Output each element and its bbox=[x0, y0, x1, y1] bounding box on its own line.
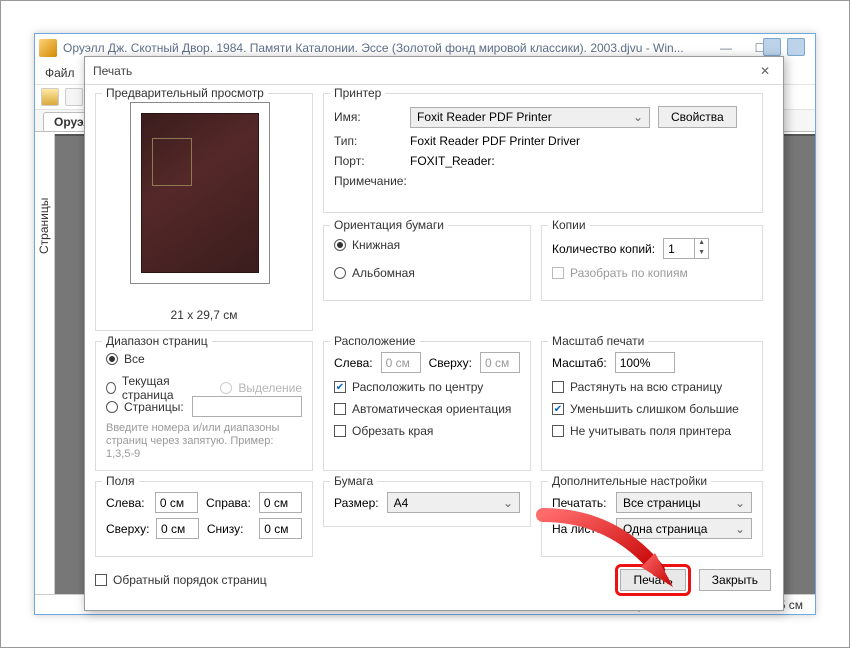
margins-group: Поля Слева: 0 см Справа: 0 см Сверху: 0 … bbox=[95, 481, 313, 557]
printer-group: Принтер Имя: Foxit Reader PDF Printer⌄ С… bbox=[323, 93, 763, 213]
extra-group: Дополнительные настройки Печатать: Все с… bbox=[541, 481, 763, 557]
paper-group: Бумага Размер: A4⌄ bbox=[323, 481, 531, 527]
range-pages[interactable]: Страницы: bbox=[106, 400, 184, 414]
print-dialog: Печать ✕ Предварительный просмотр 21 x 2… bbox=[84, 56, 784, 611]
margin-left-input[interactable]: 0 см bbox=[155, 492, 198, 513]
margin-top-label: Сверху: bbox=[106, 522, 148, 536]
margins-title: Поля bbox=[102, 474, 139, 488]
preview-dimensions: 21 x 29,7 см bbox=[96, 308, 312, 322]
scale-input[interactable]: 100% bbox=[615, 352, 675, 373]
margin-bottom-label: Снизу: bbox=[207, 522, 251, 536]
extra-sheet-combo[interactable]: Одна страница⌄ bbox=[616, 518, 752, 539]
margin-bottom-input[interactable]: 0 см bbox=[259, 518, 302, 539]
margin-top-input[interactable]: 0 см bbox=[156, 518, 199, 539]
copies-group: Копии Количество копий: 1 ▲▼ Разобрать п… bbox=[541, 225, 763, 301]
range-hint: Введите номера и/или диапазоны страниц ч… bbox=[106, 422, 302, 461]
printer-name-label: Имя: bbox=[334, 110, 402, 124]
layout-title: Расположение bbox=[330, 334, 420, 348]
dialog-close-button[interactable]: ✕ bbox=[755, 64, 775, 78]
scale-title: Масштаб печати bbox=[548, 334, 648, 348]
chevron-down-icon: ⌄ bbox=[633, 110, 643, 124]
printer-name-combo[interactable]: Foxit Reader PDF Printer⌄ bbox=[410, 107, 650, 128]
paper-size-combo[interactable]: A4⌄ bbox=[387, 492, 520, 513]
layout-top-input[interactable]: 0 см bbox=[480, 352, 520, 373]
preview-image bbox=[130, 102, 270, 284]
spin-up-icon[interactable]: ▲ bbox=[695, 239, 708, 249]
extra-print-combo[interactable]: Все страницы⌄ bbox=[616, 492, 752, 513]
chevron-down-icon: ⌄ bbox=[735, 496, 745, 510]
orientation-title: Ориентация бумаги bbox=[330, 218, 448, 232]
paper-title: Бумага bbox=[330, 474, 377, 488]
layout-trim-check[interactable]: Обрезать края bbox=[334, 424, 433, 438]
layout-group: Расположение Слева: 0 см Сверху: 0 см ✔Р… bbox=[323, 341, 531, 471]
collate-checkbox: Разобрать по копиям bbox=[552, 266, 688, 280]
extra-print-label: Печатать: bbox=[552, 496, 608, 510]
orientation-group: Ориентация бумаги Книжная Альбомная bbox=[323, 225, 531, 301]
printer-type: Foxit Reader PDF Printer Driver bbox=[410, 134, 580, 148]
layout-autoorient-check[interactable]: Автоматическая ориентация bbox=[334, 402, 511, 416]
open-icon[interactable] bbox=[41, 88, 59, 106]
scale-label: Масштаб: bbox=[552, 356, 607, 370]
paper-size-label: Размер: bbox=[334, 496, 379, 510]
printer-port: FOXIT_Reader: bbox=[410, 154, 495, 168]
scale-ignoremargins-check[interactable]: Не учитывать поля принтера bbox=[552, 424, 731, 438]
print-button[interactable]: Печать bbox=[620, 569, 685, 591]
printer-type-label: Тип: bbox=[334, 134, 402, 148]
orientation-landscape[interactable]: Альбомная bbox=[334, 266, 415, 280]
tool-icon-2[interactable] bbox=[787, 38, 805, 56]
margin-right-label: Справа: bbox=[206, 496, 251, 510]
dialog-titlebar: Печать ✕ bbox=[85, 57, 783, 85]
main-title: Оруэлл Дж. Скотный Двор. 1984. Памяти Ка… bbox=[63, 41, 709, 55]
dialog-title: Печать bbox=[93, 64, 755, 78]
preview-title: Предварительный просмотр bbox=[102, 86, 268, 100]
margin-right-input[interactable]: 0 см bbox=[259, 492, 302, 513]
copies-title: Копии bbox=[548, 218, 590, 232]
tool-icon-1[interactable] bbox=[763, 38, 781, 56]
layout-left-label: Слева: bbox=[334, 356, 373, 370]
side-panel-label: Страницы bbox=[37, 198, 51, 254]
book-stamp bbox=[152, 138, 192, 186]
scale-shrink-check[interactable]: ✔Уменьшить слишком большие bbox=[552, 402, 739, 416]
chevron-down-icon: ⌄ bbox=[503, 496, 513, 510]
range-title: Диапазон страниц bbox=[102, 334, 212, 348]
book-cover bbox=[141, 113, 259, 273]
scale-group: Масштаб печати Масштаб: 100% Растянуть н… bbox=[541, 341, 763, 471]
scale-fit-check[interactable]: Растянуть на всю страницу bbox=[552, 380, 722, 394]
preview-group: Предварительный просмотр 21 x 29,7 см bbox=[95, 93, 313, 331]
range-pages-input[interactable] bbox=[192, 396, 302, 417]
page-range-group: Диапазон страниц Все Текущая страница Вы… bbox=[95, 341, 313, 471]
print-icon[interactable] bbox=[65, 88, 83, 106]
app-icon bbox=[39, 39, 57, 57]
print-button-highlight: Печать bbox=[615, 564, 690, 596]
chevron-down-icon: ⌄ bbox=[735, 522, 745, 536]
range-all[interactable]: Все bbox=[106, 352, 145, 366]
copies-count-label: Количество копий: bbox=[552, 242, 655, 256]
menu-file[interactable]: Файл bbox=[45, 66, 75, 80]
extra-sheet-label: На листе: bbox=[552, 522, 608, 536]
layout-top-label: Сверху: bbox=[429, 356, 472, 370]
orientation-portrait[interactable]: Книжная bbox=[334, 238, 400, 252]
copies-count-spinner[interactable]: 1 ▲▼ bbox=[663, 238, 709, 259]
printer-title: Принтер bbox=[330, 86, 385, 100]
close-dialog-button[interactable]: Закрыть bbox=[699, 569, 771, 591]
reverse-order-check[interactable]: Обратный порядок страниц bbox=[95, 573, 267, 587]
printer-port-label: Порт: bbox=[334, 154, 402, 168]
side-panel[interactable]: Страницы bbox=[35, 134, 55, 594]
printer-properties-button[interactable]: Свойства bbox=[658, 106, 737, 128]
spin-down-icon[interactable]: ▼ bbox=[695, 249, 708, 259]
range-selection: Выделение bbox=[220, 381, 302, 395]
layout-left-input[interactable]: 0 см bbox=[381, 352, 421, 373]
layout-center-check[interactable]: ✔Расположить по центру bbox=[334, 380, 483, 394]
printer-note-label: Примечание: bbox=[334, 174, 402, 188]
extra-title: Дополнительные настройки bbox=[548, 474, 711, 488]
margin-left-label: Слева: bbox=[106, 496, 147, 510]
